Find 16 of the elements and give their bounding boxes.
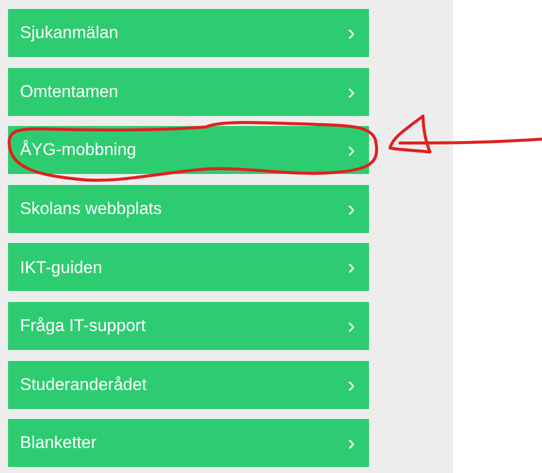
menu-link[interactable]: Sjukanmälan › [8,9,369,57]
menu-link[interactable]: Blanketter › [8,419,369,468]
chevron-icon: › [348,139,355,162]
chevron-icon: › [348,22,355,44]
menu-link[interactable]: Studeranderådet › [8,360,369,409]
chevron-icon: › [348,80,355,103]
chevron-icon: › [348,374,355,396]
chevron-icon: › [348,432,355,454]
menu-link[interactable]: ÅYG-mobbning › [8,126,369,174]
menu-link[interactable]: Omtentamen › [8,68,369,116]
chevron-icon: › [348,314,355,337]
menu-link[interactable]: Skolans webbplats › [8,184,369,233]
chevron-icon: › [348,198,355,220]
menu-link[interactable]: IKT-guiden › [8,243,369,292]
chevron-icon: › [348,256,355,278]
menu-link[interactable]: Fråga IT-support › [8,302,369,350]
